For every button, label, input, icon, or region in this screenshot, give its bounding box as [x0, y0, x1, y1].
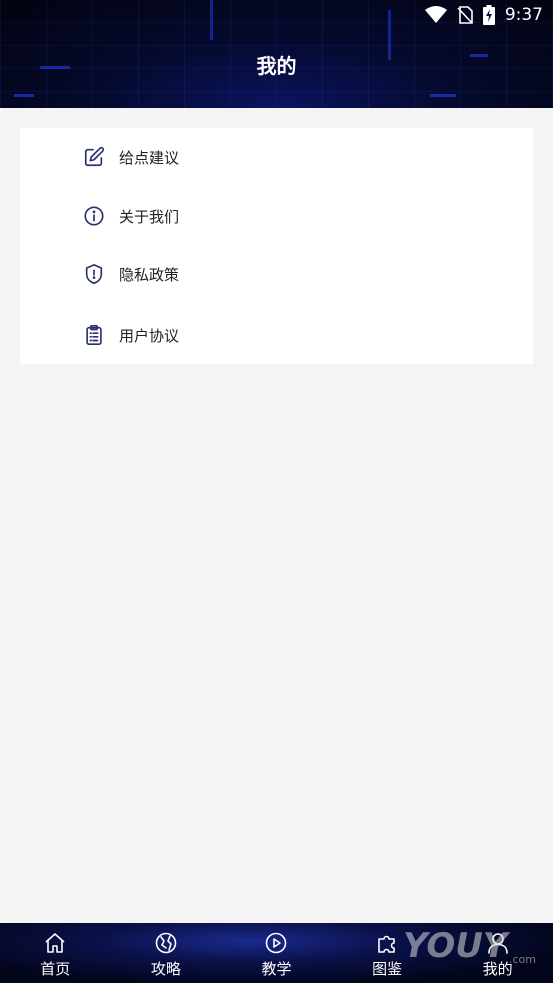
tab-label: 图鉴: [372, 960, 403, 978]
menu-item-label: 关于我们: [119, 207, 180, 226]
header-decoration: [430, 94, 456, 97]
status-bar: 9:37: [0, 0, 553, 30]
svg-text:.com: .com: [509, 953, 536, 966]
edit-icon: [84, 146, 105, 167]
puzzle-icon: [378, 935, 395, 953]
menu-item-label: 隐私政策: [119, 265, 180, 284]
info-icon: [84, 206, 104, 226]
play-circle-icon: [266, 932, 287, 954]
menu-item-feedback[interactable]: 给点建议: [20, 129, 533, 185]
header-decoration: [14, 94, 34, 97]
tab-tutorial[interactable]: 教学: [221, 923, 332, 983]
menu-item-about[interactable]: 关于我们: [20, 188, 533, 244]
status-time: 9:37: [504, 5, 543, 25]
bottom-tab-bar: 首页 攻略 教学 图鉴 我的 YOUY .com: [0, 923, 553, 983]
tab-label: 攻略: [150, 960, 181, 978]
watermark-logo: YOUY .com: [403, 926, 536, 966]
menu-card: 给点建议 关于我们 隐私政策 用户协议: [20, 128, 533, 364]
menu-item-privacy[interactable]: 隐私政策: [20, 246, 533, 302]
battery-charging-icon: [482, 5, 495, 25]
menu-item-label: 用户协议: [119, 326, 180, 345]
no-sim-icon: [457, 6, 473, 24]
home-icon: [45, 933, 65, 953]
wifi-icon: [424, 6, 447, 23]
menu-item-user-agreement[interactable]: 用户协议: [20, 307, 533, 363]
shield-icon: [85, 264, 103, 284]
tab-label: 首页: [40, 960, 71, 978]
svg-text:YOUY: YOUY: [403, 926, 511, 966]
tab-guides[interactable]: 攻略: [111, 923, 222, 983]
page-title: 我的: [256, 54, 297, 78]
header-banner: 9:37 我的: [0, 0, 553, 108]
tab-label: 教学: [261, 960, 292, 978]
clipboard-icon: [86, 325, 102, 345]
compass-icon: [155, 932, 177, 954]
tab-home[interactable]: 首页: [0, 923, 111, 983]
menu-item-label: 给点建议: [119, 148, 180, 167]
